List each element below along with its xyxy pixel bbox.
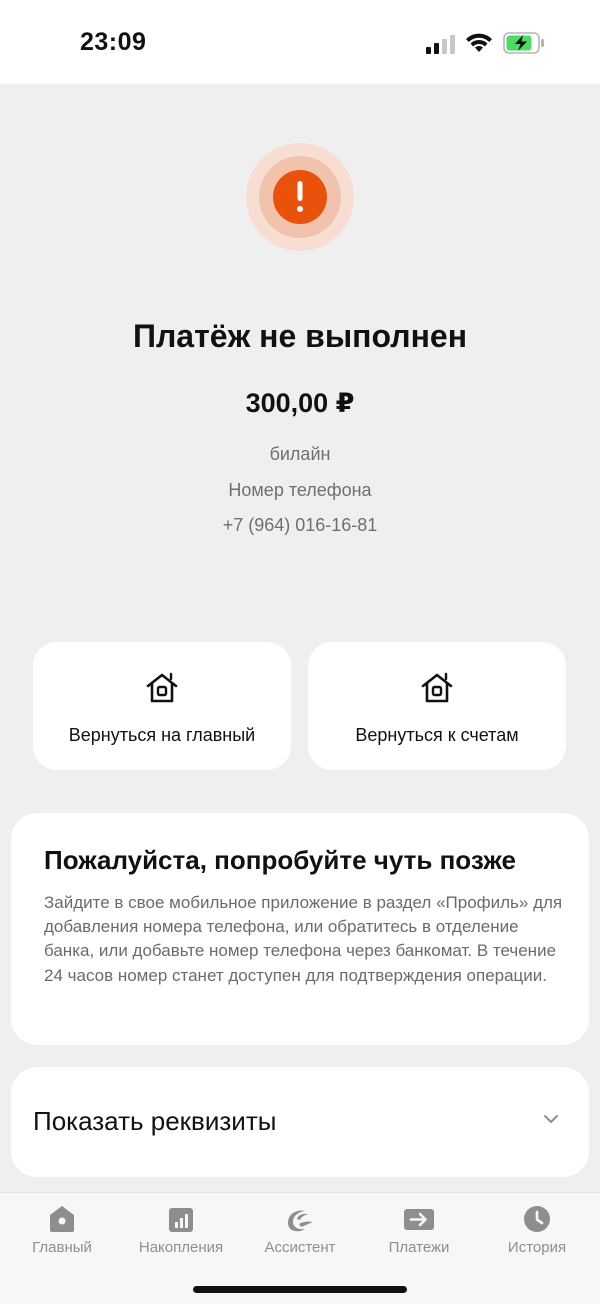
home-icon bbox=[146, 672, 178, 703]
tab-savings-label: Накопления bbox=[138, 1239, 224, 1256]
home-icon bbox=[421, 672, 453, 703]
retry-later-card: Пожалуйста, попробуйте чуть позже Зайдит… bbox=[11, 813, 589, 1045]
tab-savings[interactable]: Накопления bbox=[121, 1203, 241, 1256]
phone-number: +7 (964) 016-16-81 bbox=[222, 515, 378, 535]
show-requisites-label: Показать реквизиты bbox=[33, 1106, 277, 1136]
tab-payments[interactable]: Платежи bbox=[359, 1203, 479, 1256]
status-bar: 23:09 bbox=[0, 0, 600, 84]
show-requisites-toggle[interactable]: Показать реквизиты bbox=[11, 1067, 589, 1177]
chart-icon bbox=[169, 1208, 193, 1232]
tab-home[interactable]: Главный bbox=[2, 1203, 122, 1256]
payment-status-title: Платёж не выполнен bbox=[132, 318, 468, 354]
tab-home-label: Главный bbox=[32, 1239, 92, 1256]
chevron-down-icon bbox=[544, 1115, 558, 1123]
tab-history[interactable]: История bbox=[477, 1203, 597, 1256]
field-label: Номер телефона bbox=[228, 480, 372, 500]
error-alert-icon bbox=[246, 143, 354, 251]
operator-name: билайн bbox=[269, 444, 331, 464]
info-body: Зайдите в свое мобильное приложение в ра… bbox=[44, 893, 563, 985]
tab-assistant[interactable]: Ассистент bbox=[240, 1203, 360, 1256]
return-home-label: Вернуться на главный bbox=[68, 725, 256, 745]
tab-assistant-label: Ассистент bbox=[264, 1239, 336, 1256]
wifi-icon bbox=[466, 33, 492, 52]
home-icon bbox=[50, 1206, 74, 1232]
payments-arrow-icon bbox=[404, 1209, 434, 1230]
bottom-tab-bar: Главный Накопления Ассистент Платежи Ист… bbox=[0, 1192, 600, 1304]
return-to-accounts-button[interactable]: Вернуться к счетам bbox=[308, 642, 566, 770]
info-heading: Пожалуйста, попробуйте чуть позже bbox=[44, 845, 516, 875]
assistant-icon bbox=[288, 1210, 313, 1232]
battery-charging-icon bbox=[503, 32, 544, 54]
cellular-signal-icon bbox=[426, 34, 456, 54]
return-home-button[interactable]: Вернуться на главный bbox=[33, 642, 291, 770]
clock-icon bbox=[524, 1206, 550, 1232]
status-time: 23:09 bbox=[80, 28, 147, 56]
tab-history-label: История bbox=[507, 1239, 567, 1256]
return-to-accounts-label: Вернуться к счетам bbox=[355, 725, 519, 745]
home-indicator bbox=[193, 1286, 407, 1293]
tab-payments-label: Платежи bbox=[388, 1239, 450, 1256]
payment-amount: 300,00 ₽ bbox=[245, 388, 355, 418]
